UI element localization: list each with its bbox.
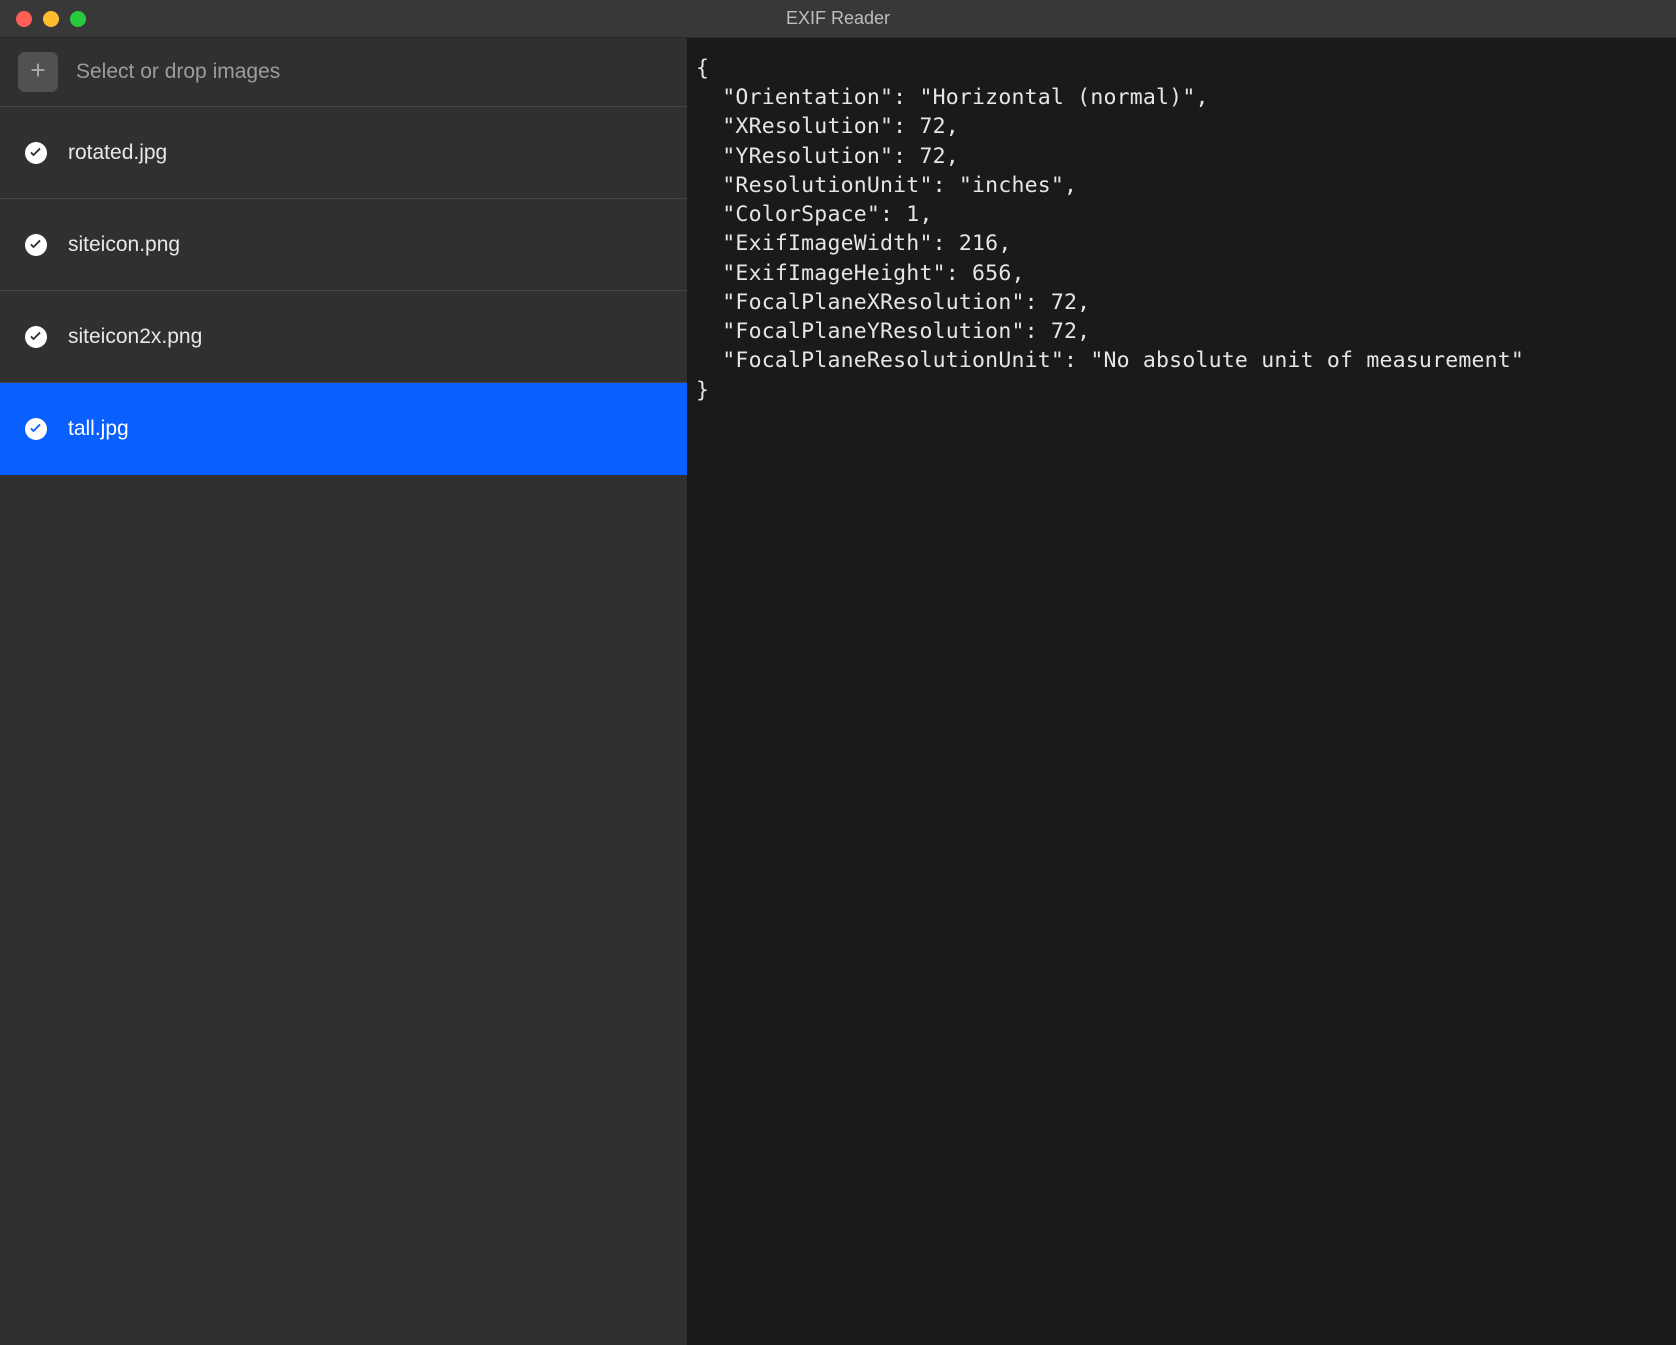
zoom-window-button[interactable] <box>70 11 86 27</box>
sidebar: Select or drop images rotated.jpg siteico… <box>0 38 688 1345</box>
dropzone-label: Select or drop images <box>76 60 280 84</box>
file-item[interactable]: tall.jpg <box>0 383 687 475</box>
traffic-lights <box>0 11 86 27</box>
check-circle-icon <box>24 233 48 257</box>
file-name-label: tall.jpg <box>68 417 129 441</box>
file-list: rotated.jpg siteicon.png siteicon2x.png tal… <box>0 107 687 475</box>
check-circle-icon <box>24 141 48 165</box>
file-name-label: siteicon.png <box>68 233 180 257</box>
plus-icon <box>27 59 49 86</box>
exif-json-output: { "Orientation": "Horizontal (normal)", … <box>696 54 1668 405</box>
file-item[interactable]: siteicon.png <box>0 199 687 291</box>
close-window-button[interactable] <box>16 11 32 27</box>
check-circle-icon <box>24 325 48 349</box>
titlebar: EXIF Reader <box>0 0 1676 38</box>
window-title: EXIF Reader <box>786 8 890 29</box>
main-area: Select or drop images rotated.jpg siteico… <box>0 38 1676 1345</box>
check-circle-icon <box>24 417 48 441</box>
content-panel: { "Orientation": "Horizontal (normal)", … <box>688 38 1676 1345</box>
file-dropzone[interactable]: Select or drop images <box>0 38 687 107</box>
minimize-window-button[interactable] <box>43 11 59 27</box>
file-name-label: rotated.jpg <box>68 141 167 165</box>
file-item[interactable]: siteicon2x.png <box>0 291 687 383</box>
file-name-label: siteicon2x.png <box>68 325 202 349</box>
file-item[interactable]: rotated.jpg <box>0 107 687 199</box>
add-files-button[interactable] <box>18 52 58 92</box>
